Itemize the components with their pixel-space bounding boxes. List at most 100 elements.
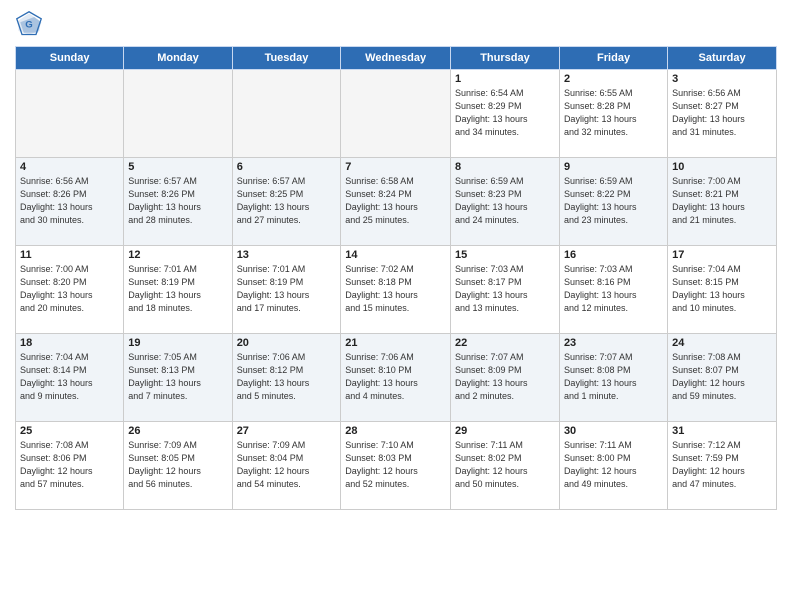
- day-number: 6: [237, 161, 337, 173]
- day-info: Sunrise: 7:00 AMSunset: 8:20 PMDaylight:…: [20, 263, 119, 315]
- day-info: Sunrise: 7:08 AMSunset: 8:07 PMDaylight:…: [672, 351, 772, 403]
- calendar-cell: 14 Sunrise: 7:02 AMSunset: 8:18 PMDayligh…: [341, 246, 451, 334]
- day-info: Sunrise: 7:12 AMSunset: 7:59 PMDaylight:…: [672, 439, 772, 491]
- calendar-cell: 20 Sunrise: 7:06 AMSunset: 8:12 PMDayligh…: [232, 334, 341, 422]
- day-info: Sunrise: 7:07 AMSunset: 8:09 PMDaylight:…: [455, 351, 555, 403]
- page-container: G SundayMondayTuesdayWednesdayThursdayFr…: [0, 0, 792, 612]
- day-number: 17: [672, 249, 772, 261]
- day-number: 28: [345, 425, 446, 437]
- day-info: Sunrise: 6:54 AMSunset: 8:29 PMDaylight:…: [455, 87, 555, 139]
- day-info: Sunrise: 7:08 AMSunset: 8:06 PMDaylight:…: [20, 439, 119, 491]
- day-number: 11: [20, 249, 119, 261]
- day-info: Sunrise: 7:11 AMSunset: 8:00 PMDaylight:…: [564, 439, 663, 491]
- day-number: 1: [455, 73, 555, 85]
- day-number: 29: [455, 425, 555, 437]
- day-info: Sunrise: 6:59 AMSunset: 8:22 PMDaylight:…: [564, 175, 663, 227]
- day-number: 23: [564, 337, 663, 349]
- calendar-cell: 23 Sunrise: 7:07 AMSunset: 8:08 PMDayligh…: [559, 334, 667, 422]
- day-number: 5: [128, 161, 227, 173]
- day-number: 3: [672, 73, 772, 85]
- calendar-row-4: 25 Sunrise: 7:08 AMSunset: 8:06 PMDayligh…: [16, 422, 777, 510]
- calendar-cell: 5 Sunrise: 6:57 AMSunset: 8:26 PMDaylight…: [124, 158, 232, 246]
- calendar-cell: 15 Sunrise: 7:03 AMSunset: 8:17 PMDayligh…: [450, 246, 559, 334]
- day-number: 20: [237, 337, 337, 349]
- weekday-header-tuesday: Tuesday: [232, 47, 341, 70]
- day-info: Sunrise: 7:06 AMSunset: 8:12 PMDaylight:…: [237, 351, 337, 403]
- day-info: Sunrise: 6:55 AMSunset: 8:28 PMDaylight:…: [564, 87, 663, 139]
- day-info: Sunrise: 7:10 AMSunset: 8:03 PMDaylight:…: [345, 439, 446, 491]
- svg-text:G: G: [25, 20, 32, 31]
- day-number: 30: [564, 425, 663, 437]
- calendar-cell: 11 Sunrise: 7:00 AMSunset: 8:20 PMDayligh…: [16, 246, 124, 334]
- weekday-header-friday: Friday: [559, 47, 667, 70]
- day-number: 18: [20, 337, 119, 349]
- calendar-cell: 3 Sunrise: 6:56 AMSunset: 8:27 PMDaylight…: [668, 70, 777, 158]
- calendar-cell: 9Sunrise: 6:59 AMSunset: 8:22 PMDaylight…: [559, 158, 667, 246]
- calendar-cell: 24 Sunrise: 7:08 AMSunset: 8:07 PMDayligh…: [668, 334, 777, 422]
- day-info: Sunrise: 7:06 AMSunset: 8:10 PMDaylight:…: [345, 351, 446, 403]
- calendar-cell: 16 Sunrise: 7:03 AMSunset: 8:16 PMDayligh…: [559, 246, 667, 334]
- weekday-header-monday: Monday: [124, 47, 232, 70]
- calendar-cell: 18 Sunrise: 7:04 AMSunset: 8:14 PMDayligh…: [16, 334, 124, 422]
- day-info: Sunrise: 6:57 AMSunset: 8:26 PMDaylight:…: [128, 175, 227, 227]
- logo: G: [15, 10, 47, 38]
- day-info: Sunrise: 7:02 AMSunset: 8:18 PMDaylight:…: [345, 263, 446, 315]
- calendar-cell: 30 Sunrise: 7:11 AMSunset: 8:00 PMDayligh…: [559, 422, 667, 510]
- calendar-cell: 25 Sunrise: 7:08 AMSunset: 8:06 PMDayligh…: [16, 422, 124, 510]
- day-number: 7: [345, 161, 446, 173]
- day-number: 31: [672, 425, 772, 437]
- day-number: 19: [128, 337, 227, 349]
- day-number: 21: [345, 337, 446, 349]
- calendar-cell: 10 Sunrise: 7:00 AMSunset: 8:21 PMDayligh…: [668, 158, 777, 246]
- day-number: 8: [455, 161, 555, 173]
- calendar-cell: 12Sunrise: 7:01 AMSunset: 8:19 PMDayligh…: [124, 246, 232, 334]
- day-number: 4: [20, 161, 119, 173]
- calendar-cell: 29Sunrise: 7:11 AMSunset: 8:02 PMDayligh…: [450, 422, 559, 510]
- logo-icon: G: [15, 10, 43, 38]
- day-number: 2: [564, 73, 663, 85]
- weekday-header-saturday: Saturday: [668, 47, 777, 70]
- weekday-header-sunday: Sunday: [16, 47, 124, 70]
- calendar-cell: 17Sunrise: 7:04 AMSunset: 8:15 PMDayligh…: [668, 246, 777, 334]
- weekday-header-wednesday: Wednesday: [341, 47, 451, 70]
- day-number: 15: [455, 249, 555, 261]
- calendar-table: SundayMondayTuesdayWednesdayThursdayFrid…: [15, 46, 777, 510]
- day-info: Sunrise: 7:03 AMSunset: 8:16 PMDaylight:…: [564, 263, 663, 315]
- day-info: Sunrise: 7:09 AMSunset: 8:05 PMDaylight:…: [128, 439, 227, 491]
- day-info: Sunrise: 6:56 AMSunset: 8:27 PMDaylight:…: [672, 87, 772, 139]
- day-info: Sunrise: 7:03 AMSunset: 8:17 PMDaylight:…: [455, 263, 555, 315]
- calendar-cell: 31 Sunrise: 7:12 AMSunset: 7:59 PMDayligh…: [668, 422, 777, 510]
- calendar-cell: 13 Sunrise: 7:01 AMSunset: 8:19 PMDayligh…: [232, 246, 341, 334]
- page-header: G: [15, 10, 777, 38]
- calendar-cell: 2 Sunrise: 6:55 AMSunset: 8:28 PMDaylight…: [559, 70, 667, 158]
- weekday-header-thursday: Thursday: [450, 47, 559, 70]
- day-number: 10: [672, 161, 772, 173]
- day-info: Sunrise: 7:05 AMSunset: 8:13 PMDaylight:…: [128, 351, 227, 403]
- day-info: Sunrise: 7:04 AMSunset: 8:14 PMDaylight:…: [20, 351, 119, 403]
- calendar-row-0: 1 Sunrise: 6:54 AMSunset: 8:29 PMDaylight…: [16, 70, 777, 158]
- calendar-cell: [16, 70, 124, 158]
- day-info: Sunrise: 7:07 AMSunset: 8:08 PMDaylight:…: [564, 351, 663, 403]
- day-number: 14: [345, 249, 446, 261]
- day-info: Sunrise: 7:09 AMSunset: 8:04 PMDaylight:…: [237, 439, 337, 491]
- calendar-cell: [232, 70, 341, 158]
- day-number: 26: [128, 425, 227, 437]
- day-number: 22: [455, 337, 555, 349]
- day-number: 16: [564, 249, 663, 261]
- day-info: Sunrise: 7:01 AMSunset: 8:19 PMDaylight:…: [237, 263, 337, 315]
- day-number: 24: [672, 337, 772, 349]
- calendar-cell: 19 Sunrise: 7:05 AMSunset: 8:13 PMDayligh…: [124, 334, 232, 422]
- day-number: 13: [237, 249, 337, 261]
- calendar-cell: 8Sunrise: 6:59 AMSunset: 8:23 PMDaylight…: [450, 158, 559, 246]
- calendar-cell: 7Sunrise: 6:58 AMSunset: 8:24 PMDaylight…: [341, 158, 451, 246]
- day-number: 25: [20, 425, 119, 437]
- day-number: 12: [128, 249, 227, 261]
- day-info: Sunrise: 7:00 AMSunset: 8:21 PMDaylight:…: [672, 175, 772, 227]
- calendar-cell: 4 Sunrise: 6:56 AMSunset: 8:26 PMDaylight…: [16, 158, 124, 246]
- calendar-cell: [124, 70, 232, 158]
- calendar-row-3: 18 Sunrise: 7:04 AMSunset: 8:14 PMDayligh…: [16, 334, 777, 422]
- weekday-header-row: SundayMondayTuesdayWednesdayThursdayFrid…: [16, 47, 777, 70]
- calendar-row-2: 11 Sunrise: 7:00 AMSunset: 8:20 PMDayligh…: [16, 246, 777, 334]
- calendar-cell: 27Sunrise: 7:09 AMSunset: 8:04 PMDayligh…: [232, 422, 341, 510]
- day-info: Sunrise: 6:56 AMSunset: 8:26 PMDaylight:…: [20, 175, 119, 227]
